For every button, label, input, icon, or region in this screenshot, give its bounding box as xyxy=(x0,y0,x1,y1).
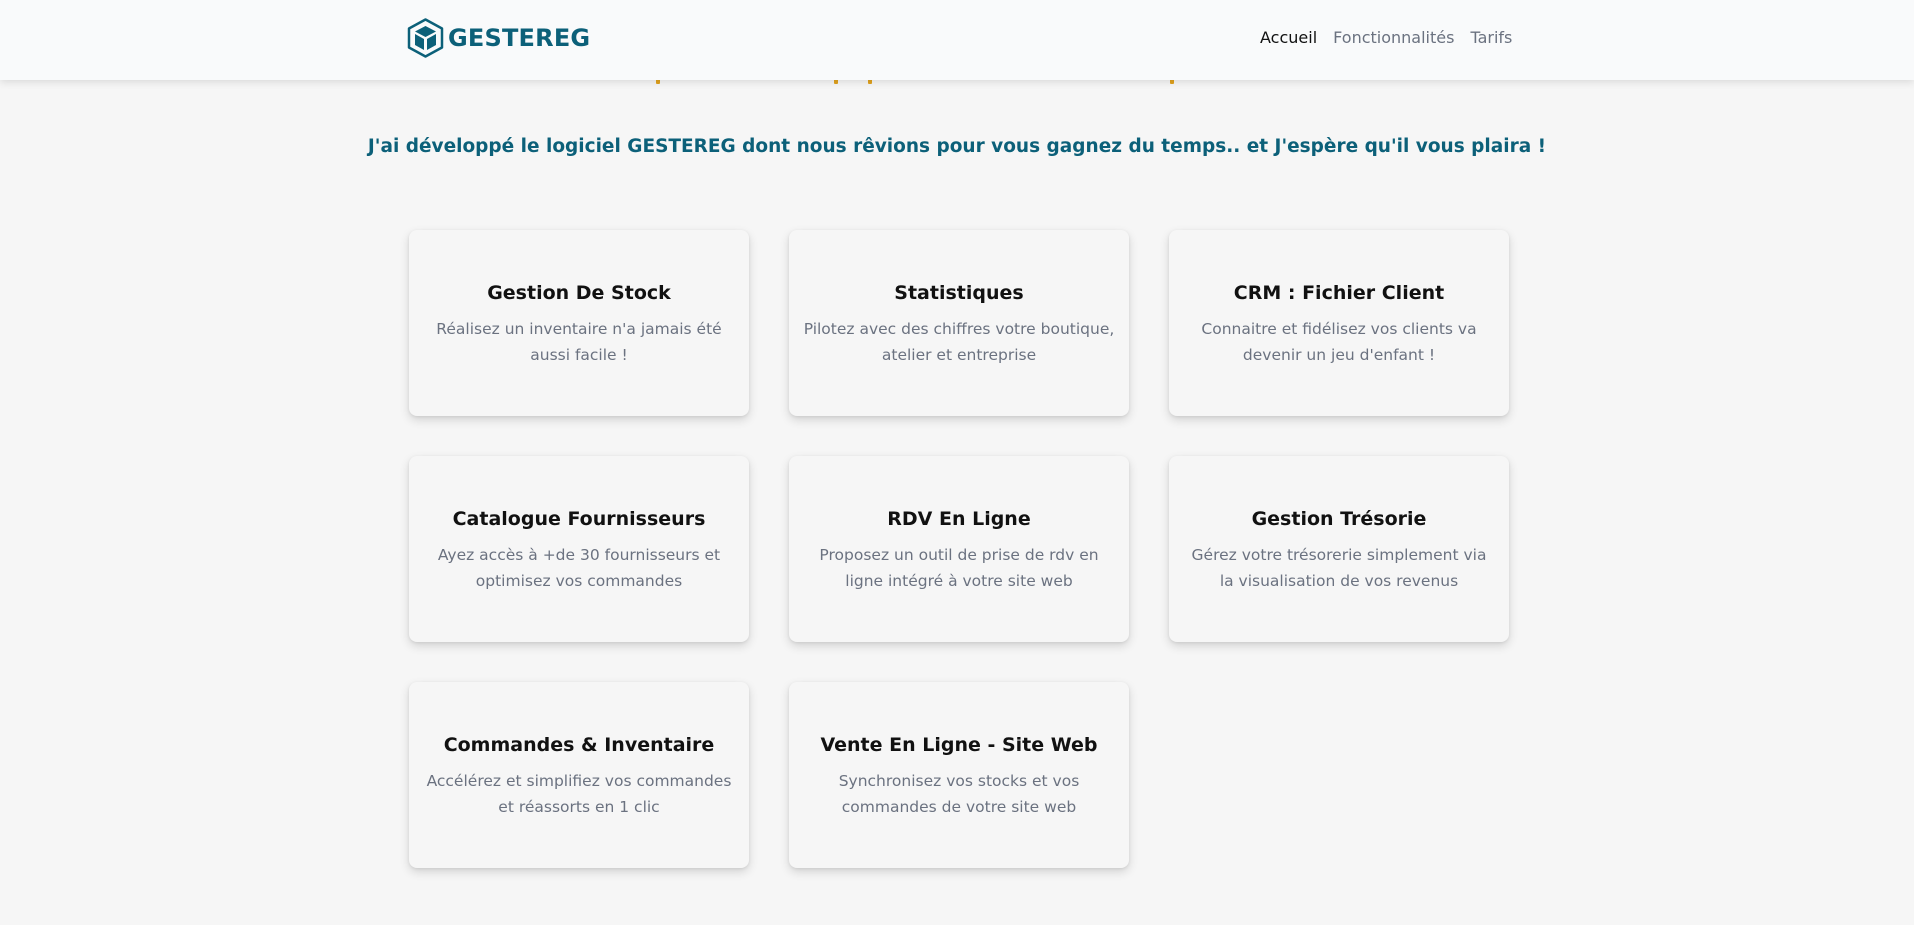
brand-name: GESTEREG xyxy=(448,24,591,52)
feature-title: Vente En Ligne - Site Web xyxy=(820,734,1098,756)
feature-description: Connaitre et fidélisez vos clients va de… xyxy=(1201,320,1477,364)
feature-description: Accélérez et simplifiez vos commandes et… xyxy=(426,772,732,816)
feature-title: Commandes & Inventaire xyxy=(443,734,715,756)
nav-link-tarifs[interactable]: Tarifs xyxy=(1470,28,1512,47)
feature-description: Gérez votre trésorerie simplement via la… xyxy=(1191,546,1487,590)
feature-description: Ayez accès à +de 30 fournisseurs et opti… xyxy=(437,546,721,590)
feature-description: Proposez un outil de prise de rdv en lig… xyxy=(819,546,1099,590)
feature-card-statistiques[interactable]: Statistiques Pilotez avec des chiffres v… xyxy=(789,230,1129,416)
feature-description: Synchronisez vos stocks et vos commandes… xyxy=(838,772,1080,816)
feature-card-rdv[interactable]: RDV En Ligne Proposez un outil de prise … xyxy=(789,456,1129,642)
main-nav: Accueil Fonctionnalités Tarifs xyxy=(1260,28,1528,47)
feature-card-crm[interactable]: CRM : Fichier Client Connaitre et fidéli… xyxy=(1169,230,1509,416)
feature-card-stock[interactable]: Gestion De Stock Réalisez un inventaire … xyxy=(409,230,749,416)
feature-description: Réalisez un inventaire n'a jamais été au… xyxy=(436,320,722,364)
cube-icon xyxy=(407,18,444,58)
feature-title: Catalogue Fournisseurs xyxy=(452,508,706,530)
site-header: GESTEREG Accueil Fonctionnalités Tarifs xyxy=(0,0,1914,80)
feature-title: Statistiques xyxy=(894,282,1024,304)
nav-link-fonctionnalites[interactable]: Fonctionnalités xyxy=(1333,28,1454,47)
feature-card-tresorie[interactable]: Gestion Trésorie Gérez votre trésorerie … xyxy=(1169,456,1509,642)
feature-title: CRM : Fichier Client xyxy=(1233,282,1445,304)
feature-title: Gestion De Stock xyxy=(487,282,671,304)
feature-title: RDV En Ligne xyxy=(887,508,1031,530)
feature-description: Pilotez avec des chiffres votre boutique… xyxy=(803,320,1115,364)
feature-card-catalogue[interactable]: Catalogue Fournisseurs Ayez accès à +de … xyxy=(409,456,749,642)
feature-card-commandes[interactable]: Commandes & Inventaire Accélérez et simp… xyxy=(409,682,749,868)
intro-subtitle: J'ai développé le logiciel GESTEREG dont… xyxy=(367,136,1547,157)
feature-title: Gestion Trésorie xyxy=(1251,508,1427,530)
nav-link-accueil[interactable]: Accueil xyxy=(1260,28,1317,47)
brand-logo-link[interactable]: GESTEREG xyxy=(407,18,590,58)
feature-card-vente-en-ligne[interactable]: Vente En Ligne - Site Web Synchronisez v… xyxy=(789,682,1129,868)
